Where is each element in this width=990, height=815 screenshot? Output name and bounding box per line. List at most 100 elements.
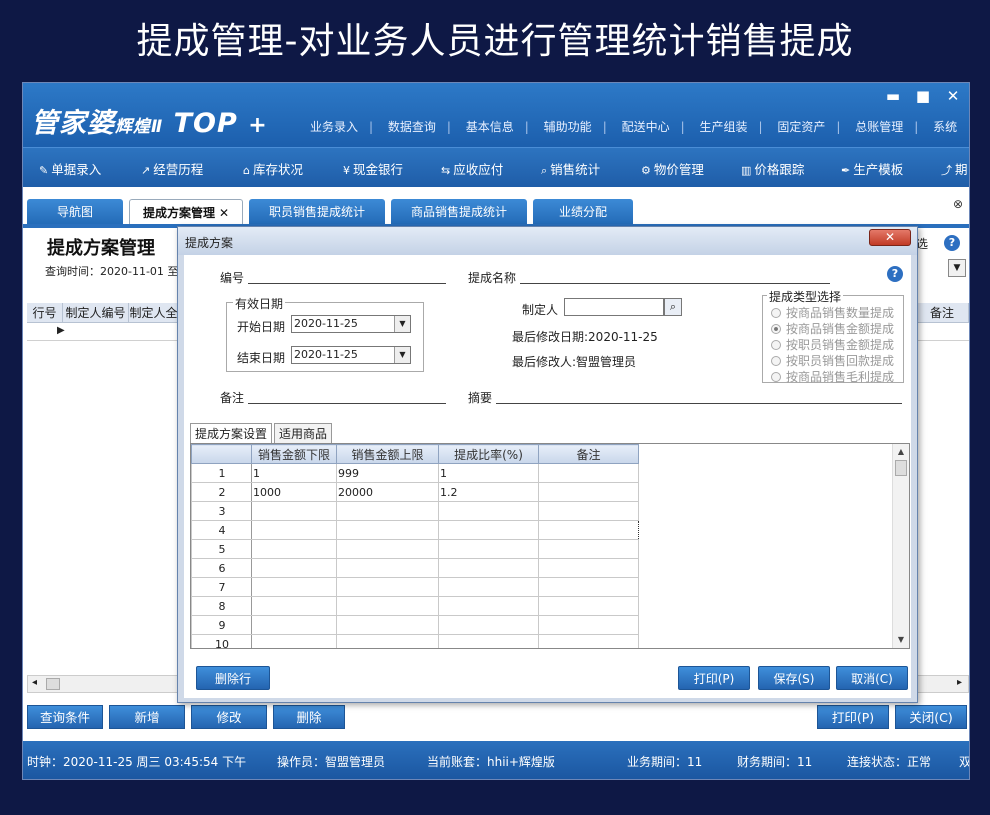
maximize-icon[interactable]: ■: [913, 87, 933, 105]
menu-item[interactable]: 总账管理: [855, 120, 903, 134]
scroll-up-icon[interactable]: ▲: [893, 445, 909, 459]
cell-rate[interactable]: [438, 577, 539, 597]
cell-upper[interactable]: [336, 520, 439, 540]
table-row[interactable]: 1 1 999 1: [191, 463, 639, 483]
table-row[interactable]: 3: [191, 501, 639, 521]
cell-lower[interactable]: [251, 520, 337, 540]
close-icon[interactable]: ✕: [943, 87, 963, 105]
tool-price-track[interactable]: ▥ 价格跟踪: [741, 159, 804, 178]
cell-upper[interactable]: [336, 577, 439, 597]
cell-rate[interactable]: [438, 558, 539, 578]
edit-button[interactable]: 修改: [191, 705, 267, 729]
col-header[interactable]: 行号: [27, 303, 63, 323]
table-row[interactable]: 6: [191, 558, 639, 578]
cell-lower[interactable]: [251, 596, 337, 616]
tab-goods-commission[interactable]: 商品销售提成统计: [391, 199, 527, 225]
start-date-picker[interactable]: 2020-11-25 ▼: [291, 315, 411, 333]
menu-item[interactable]: 固定资产: [777, 120, 825, 134]
cell-rate[interactable]: [438, 501, 539, 521]
print-button[interactable]: 打印(P): [817, 705, 889, 729]
menu-item[interactable]: 基本信息: [466, 120, 514, 134]
cell-note[interactable]: [538, 463, 639, 483]
cell-lower[interactable]: 1: [251, 463, 337, 483]
tool-production[interactable]: ✒ 生产模板: [841, 159, 903, 178]
menu-item[interactable]: 辅助功能: [544, 120, 592, 134]
cell-note[interactable]: [538, 577, 639, 597]
cell-rate[interactable]: 1: [438, 463, 539, 483]
dialog-print-button[interactable]: 打印(P): [678, 666, 750, 690]
type-radio-staff-collection[interactable]: 按职员销售回款提成: [771, 352, 894, 369]
table-row[interactable]: 8: [191, 596, 639, 616]
tool-sales-stats[interactable]: ⌕ 销售统计: [541, 159, 600, 178]
tool-stock[interactable]: ⌂ 库存状况: [243, 159, 303, 178]
table-row[interactable]: 7: [191, 577, 639, 597]
menu-item[interactable]: 数据查询: [388, 120, 436, 134]
col-header[interactable]: 制定人全: [129, 303, 179, 323]
cell-note[interactable]: [538, 634, 639, 648]
cell-lower[interactable]: [251, 615, 337, 635]
tab-commission-plan[interactable]: 提成方案管理 ✕: [129, 199, 243, 225]
tab-navigation[interactable]: 导航图: [27, 199, 123, 225]
cell-upper[interactable]: 20000: [336, 482, 439, 502]
cell-rate[interactable]: [438, 634, 539, 648]
type-radio-goods-amount[interactable]: 按商品销售金额提成: [771, 320, 894, 337]
cell-rate[interactable]: [438, 596, 539, 616]
table-row[interactable]: 10: [191, 634, 639, 648]
help-icon[interactable]: ?: [944, 235, 960, 251]
scroll-left-icon[interactable]: ◂: [32, 677, 37, 688]
chevron-down-icon[interactable]: ▼: [948, 259, 966, 277]
delete-row-button[interactable]: 删除行: [196, 666, 270, 690]
dialog-save-button[interactable]: 保存(S): [758, 666, 830, 690]
cell-lower[interactable]: [251, 501, 337, 521]
cell-lower[interactable]: [251, 634, 337, 648]
col-header[interactable]: 备注: [915, 303, 969, 323]
scroll-down-icon[interactable]: ▼: [893, 633, 909, 647]
cell-note[interactable]: [538, 501, 639, 521]
add-button[interactable]: 新增: [109, 705, 185, 729]
cell-upper[interactable]: [336, 615, 439, 635]
cell-note[interactable]: [538, 558, 639, 578]
menu-item[interactable]: 系统: [933, 120, 957, 134]
cell-rate[interactable]: [438, 520, 539, 540]
table-row[interactable]: 4: [191, 520, 639, 540]
type-radio-qty[interactable]: 按商品销售数量提成: [771, 304, 894, 321]
type-radio-staff-amount[interactable]: 按职员销售金额提成: [771, 336, 894, 353]
search-icon[interactable]: ⌕: [664, 298, 682, 316]
table-row[interactable]: 9: [191, 615, 639, 635]
tool-entry[interactable]: ✎ 单据录入: [39, 159, 101, 178]
tab-performance[interactable]: 业绩分配: [533, 199, 633, 225]
end-date-picker[interactable]: 2020-11-25 ▼: [291, 346, 411, 364]
cell-rate[interactable]: [438, 615, 539, 635]
cell-rate[interactable]: 1.2: [438, 482, 539, 502]
cell-upper[interactable]: [336, 501, 439, 521]
table-row[interactable]: 2 1000 20000 1.2: [191, 482, 639, 502]
cell-note[interactable]: [538, 482, 639, 502]
col-header[interactable]: 制定人编号: [63, 303, 129, 323]
table-row[interactable]: 5: [191, 539, 639, 559]
cell-lower[interactable]: 1000: [251, 482, 337, 502]
tool-price-mgmt[interactable]: ⚙ 物价管理: [641, 159, 704, 178]
menu-item[interactable]: 生产组装: [699, 120, 747, 134]
cell-lower[interactable]: [251, 577, 337, 597]
code-field[interactable]: [248, 283, 446, 284]
menu-item[interactable]: 业务录入: [310, 120, 358, 134]
cell-upper[interactable]: [336, 596, 439, 616]
col-header-lower[interactable]: 销售金额下限: [251, 444, 337, 464]
dialog-help-icon[interactable]: ?: [887, 266, 903, 282]
cell-lower[interactable]: [251, 558, 337, 578]
cell-upper[interactable]: [336, 634, 439, 648]
summary-field[interactable]: [496, 403, 902, 404]
cell-note[interactable]: [538, 539, 639, 559]
tab-close-icon[interactable]: ✕: [219, 206, 229, 220]
menu-item[interactable]: 配送中心: [622, 120, 670, 134]
col-header-rate[interactable]: 提成比率(%): [438, 444, 539, 464]
dialog-close-button[interactable]: ✕: [869, 229, 911, 246]
tool-receivable[interactable]: ⇆ 应收应付: [441, 159, 503, 178]
scroll-thumb[interactable]: [895, 460, 907, 476]
close-all-icon[interactable]: ⊗: [953, 197, 963, 211]
tab-applicable-goods[interactable]: 适用商品: [274, 423, 333, 443]
query-conditions-button[interactable]: 查询条件: [27, 705, 103, 729]
cell-note-focused[interactable]: [538, 520, 639, 540]
chevron-down-icon[interactable]: ▼: [394, 347, 410, 363]
cell-note[interactable]: [538, 596, 639, 616]
